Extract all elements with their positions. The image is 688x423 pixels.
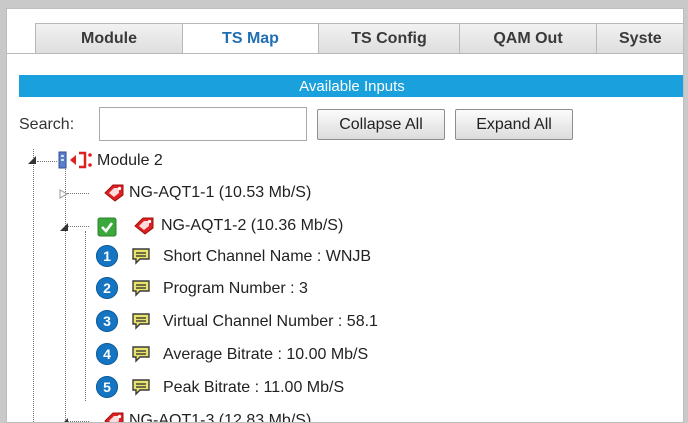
expand-all-button[interactable]: Expand All — [455, 109, 573, 140]
available-inputs-header: Available Inputs — [19, 75, 683, 97]
tab-ts-config[interactable]: TS Config — [318, 23, 460, 53]
expanded-toggle-icon[interactable] — [59, 222, 69, 232]
note-icon — [132, 248, 150, 265]
tab-bar-divider — [7, 53, 683, 54]
tree-line — [67, 226, 89, 227]
callout-badge: 5 — [96, 376, 118, 398]
search-input[interactable] — [99, 107, 307, 141]
note-icon — [132, 379, 150, 396]
input-tag-icon — [104, 184, 124, 202]
tree-line — [85, 231, 86, 401]
module-icon — [58, 151, 92, 169]
tree-line — [65, 167, 66, 422]
ts-map-panel: Module TS Map TS Config QAM Out Syste Av… — [6, 8, 684, 423]
note-icon — [132, 346, 150, 363]
callout-badge: 4 — [96, 343, 118, 365]
detail-label: Short Channel Name : WNJB — [163, 248, 372, 265]
input-tag-icon — [104, 412, 124, 422]
note-icon — [132, 280, 150, 297]
tab-module[interactable]: Module — [35, 23, 183, 53]
detail-label: Average Bitrate : 10.00 Mb/S — [163, 346, 369, 363]
window-frame-right — [684, 0, 688, 423]
tree-line — [37, 161, 57, 162]
tree-line — [67, 421, 89, 422]
search-label: Search: — [19, 116, 75, 133]
callout-badge: 1 — [96, 245, 118, 267]
tab-ts-map[interactable]: TS Map — [182, 23, 319, 54]
tab-system[interactable]: Syste — [596, 23, 683, 53]
collapse-all-button[interactable]: Collapse All — [317, 109, 445, 140]
expanded-toggle-icon[interactable] — [27, 155, 37, 165]
detail-label: Program Number : 3 — [163, 280, 308, 297]
module-label[interactable]: Module 2 — [97, 152, 163, 170]
tree-line — [67, 193, 89, 194]
detail-label: Virtual Channel Number : 58.1 — [163, 313, 378, 330]
window-frame-top — [0, 0, 688, 8]
checkbox-checked-icon[interactable] — [97, 217, 117, 237]
input-tag-icon — [134, 217, 154, 235]
expanded-toggle-icon[interactable] — [59, 417, 69, 423]
tree-line — [33, 149, 34, 422]
callout-badge: 3 — [96, 310, 118, 332]
input-label[interactable]: NG-AQT1-1 (10.53 Mb/S) — [129, 184, 311, 202]
tab-bar: Module TS Map TS Config QAM Out Syste — [35, 23, 683, 54]
note-icon — [132, 313, 150, 330]
input-label[interactable]: NG-AQT1-3 (12.83 Mb/S) — [129, 412, 311, 422]
collapsed-toggle-icon[interactable] — [59, 189, 68, 199]
input-label[interactable]: NG-AQT1-2 (10.36 Mb/S) — [161, 217, 343, 235]
tab-qam-out[interactable]: QAM Out — [459, 23, 597, 53]
callout-badge: 2 — [96, 277, 118, 299]
detail-label: Peak Bitrate : 11.00 Mb/S — [163, 379, 345, 396]
